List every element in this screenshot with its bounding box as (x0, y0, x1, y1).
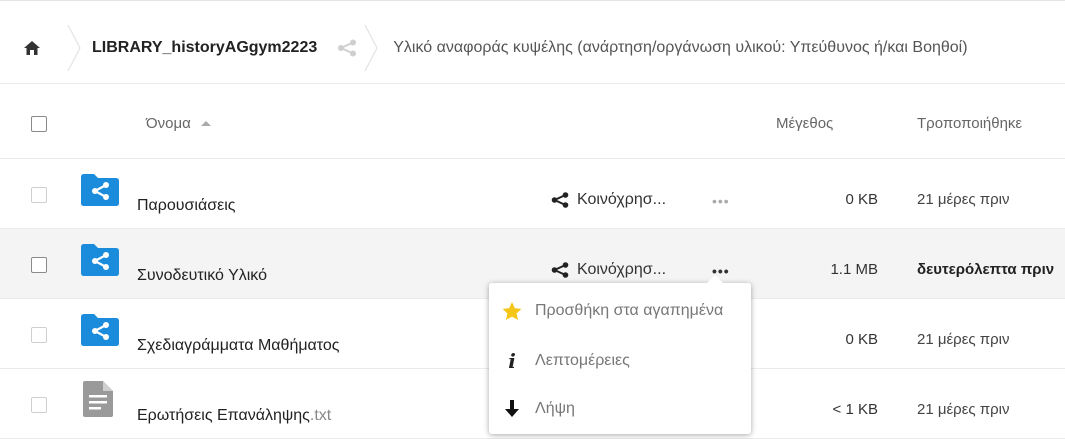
shared-folder-icon (81, 244, 119, 276)
file-modified: 21 μέρες πριν (917, 401, 1010, 418)
row-checkbox[interactable] (31, 257, 47, 273)
sort-ascending-icon (200, 120, 211, 126)
share-icon (338, 39, 357, 57)
text-file-icon (83, 381, 113, 417)
file-size: 1.1 MB (830, 261, 878, 278)
file-name[interactable]: Ερωτήσεις Επανάληψης.txt (137, 407, 331, 425)
file-name-label: Σχεδιαγράμματα Μαθήματος (137, 337, 340, 354)
share-button-label: Κοινόχρησ... (577, 191, 667, 208)
row-checkbox[interactable] (31, 327, 47, 343)
breadcrumb-library[interactable]: LIBRARY_historyAGgym2223 (86, 39, 317, 57)
breadcrumb-folder-label: Υλικό αναφοράς κυψέλης (ανάρτηση/οργάνωσ… (393, 39, 968, 56)
shared-folder-icon (81, 174, 119, 206)
file-size: < 1 KB (832, 401, 878, 418)
row-checkbox[interactable] (31, 187, 47, 203)
file-modified: δευτερόλεπτα πριν (917, 261, 1055, 278)
column-header-name[interactable]: Όνομα (146, 115, 211, 132)
file-modified: 21 μέρες πριν (917, 331, 1010, 348)
home-icon (24, 41, 40, 55)
table-row[interactable]: Παρουσιάσεις Κοινόχρησ... ••• 0 KB 21 μέ… (0, 159, 1065, 229)
breadcrumb-separator-icon (364, 24, 378, 72)
breadcrumb-current-folder[interactable]: Υλικό αναφοράς κυψέλης (ανάρτηση/οργάνωσ… (383, 39, 967, 57)
file-name-label: Παρουσιάσεις (137, 197, 236, 214)
column-header-size[interactable]: Μέγεθος (776, 115, 833, 132)
row-checkbox[interactable] (31, 397, 47, 413)
column-header-modified[interactable]: Τροποποιήθηκε (917, 115, 1022, 132)
download-icon (505, 400, 519, 417)
menu-caret (707, 275, 723, 283)
breadcrumb-library-label: LIBRARY_historyAGgym2223 (92, 39, 318, 56)
file-name[interactable]: Παρουσιάσεις (137, 197, 236, 215)
star-icon (502, 301, 522, 320)
share-button[interactable]: Κοινόχρησ... (551, 261, 666, 279)
file-name[interactable]: Συνοδευτικό Υλικό (137, 267, 267, 285)
menu-item-download[interactable]: Λήψη (489, 384, 751, 434)
file-name[interactable]: Σχεδιαγράμματα Μαθήματος (137, 337, 340, 355)
menu-item-label: Λεπτομέρειες (535, 352, 630, 369)
share-library-button[interactable] (337, 39, 357, 57)
file-size: 0 KB (845, 331, 878, 348)
table-header: Όνομα Μέγεθος Τροποποιήθηκε (0, 88, 1065, 159)
share-icon (551, 262, 569, 278)
breadcrumb: LIBRARY_historyAGgym2223 Υλικό αναφοράς … (0, 13, 1065, 84)
menu-item-label: Προσθήκη στα αγαπημένα (535, 302, 724, 319)
menu-item-details[interactable]: i Λεπτομέρειες (489, 336, 751, 386)
share-button-label: Κοινόχρησ... (577, 261, 667, 278)
file-actions-menu: Προσθήκη στα αγαπημένα i Λεπτομέρειες Λή… (489, 275, 751, 434)
menu-item-add-to-favorites[interactable]: Προσθήκη στα αγαπημένα (489, 286, 751, 336)
file-size: 0 KB (845, 191, 878, 208)
menu-item-label: Λήψη (535, 400, 575, 417)
more-actions-button[interactable]: ••• (712, 193, 730, 209)
shared-folder-icon (81, 314, 119, 346)
select-all-checkbox[interactable] (31, 116, 47, 132)
file-name-label: Συνοδευτικό Υλικό (137, 267, 267, 284)
share-button[interactable]: Κοινόχρησ... (551, 191, 666, 209)
column-header-name-label: Όνομα (146, 114, 191, 132)
file-modified: 21 μέρες πριν (917, 191, 1010, 208)
top-border (0, 0, 1065, 9)
file-extension: .txt (309, 407, 332, 424)
breadcrumb-separator-icon (67, 24, 81, 72)
share-icon (551, 192, 569, 208)
breadcrumb-home[interactable] (0, 13, 64, 83)
info-icon: i (508, 349, 516, 373)
file-name-label: Ερωτήσεις Επανάληψης (137, 407, 310, 424)
